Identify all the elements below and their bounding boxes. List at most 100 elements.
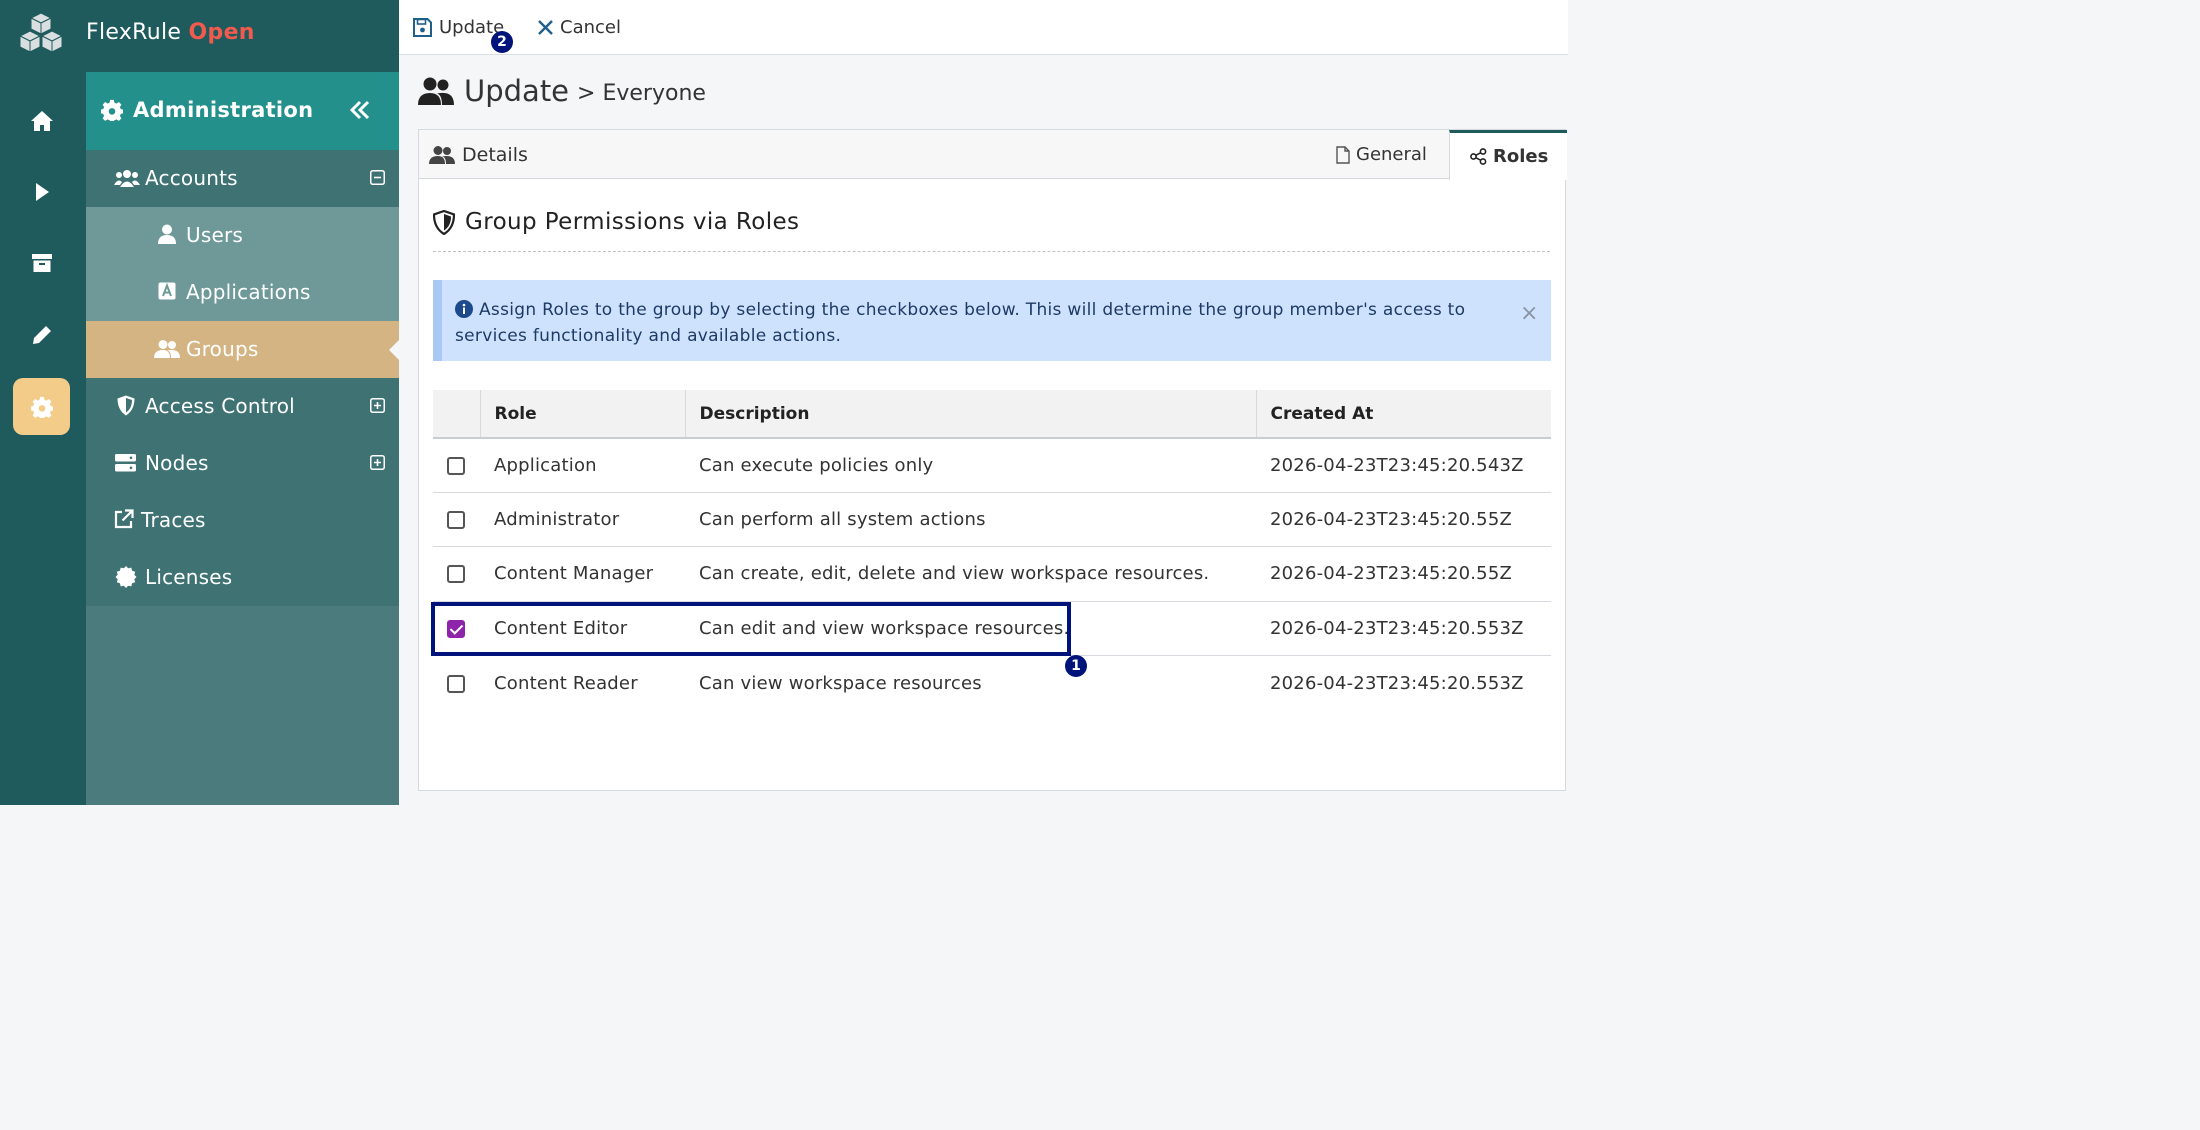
role-checkbox[interactable] xyxy=(447,456,465,475)
server-icon xyxy=(115,454,136,472)
step-badge-1: 1 xyxy=(1065,655,1087,677)
page-subtitle: > Everyone xyxy=(577,80,706,106)
role-created-at: 2026-04-23T23:45:20.55Z xyxy=(1256,546,1551,602)
table-row[interactable]: Content Reader Can view workspace resour… xyxy=(433,656,1551,710)
rail-archive-button[interactable] xyxy=(13,234,70,291)
brand-accent-text: Open xyxy=(188,20,255,45)
active-indicator xyxy=(389,340,399,360)
column-header-created-at[interactable]: Created At xyxy=(1256,390,1551,439)
cancel-button-label: Cancel xyxy=(560,16,621,38)
sidebar-header: Administration xyxy=(86,72,399,150)
file-icon xyxy=(1336,145,1350,164)
role-description: Can execute policies only xyxy=(685,438,1256,493)
card-header: Details General Roles xyxy=(419,130,1567,180)
alert-text: Assign Roles to the group by selecting t… xyxy=(455,300,1466,346)
sidebar-item-label: Licenses xyxy=(145,565,233,589)
tab-general[interactable]: General xyxy=(1336,130,1427,179)
group-icon xyxy=(429,146,455,164)
collapse-section-icon[interactable] xyxy=(370,170,385,185)
card-header-label: Details xyxy=(462,144,528,166)
role-name: Administrator xyxy=(480,492,685,548)
pencil-icon xyxy=(32,325,51,344)
page-heading: Update > Everyone xyxy=(418,74,706,108)
toolbar: Update 2 Cancel xyxy=(399,0,1568,55)
certificate-icon xyxy=(115,566,137,588)
role-name: Application xyxy=(480,438,685,493)
user-icon xyxy=(158,224,176,244)
collapse-sidebar-icon[interactable] xyxy=(348,98,372,122)
role-created-at: 2026-04-23T23:45:20.553Z xyxy=(1256,601,1551,657)
close-icon xyxy=(538,19,553,35)
alert-close-button[interactable]: × xyxy=(1520,301,1538,326)
gear-icon xyxy=(101,99,123,121)
rail-run-button[interactable] xyxy=(13,163,70,220)
alert-message: Assign Roles to the group by selecting t… xyxy=(455,297,1495,349)
table-row[interactable]: Administrator Can perform all system act… xyxy=(433,492,1551,548)
table-row[interactable]: Application Can execute policies only 20… xyxy=(433,438,1551,493)
info-icon xyxy=(455,300,473,318)
section-title: Group Permissions via Roles xyxy=(433,209,799,235)
table-header-row: Role Description Created At xyxy=(433,390,1551,439)
tab-roles-label: Roles xyxy=(1493,146,1549,167)
home-icon xyxy=(30,110,53,131)
rail-admin-button[interactable] xyxy=(13,378,70,435)
role-checkbox[interactable] xyxy=(447,565,465,584)
highlight-box xyxy=(431,602,1071,656)
step-badge-2: 2 xyxy=(491,31,513,53)
icon-rail xyxy=(0,0,86,805)
sidebar-item-accounts[interactable]: Accounts xyxy=(86,150,399,207)
group-icon xyxy=(154,340,180,358)
save-icon xyxy=(413,17,432,37)
info-alert: Assign Roles to the group by selecting t… xyxy=(433,280,1551,361)
role-created-at: 2026-04-23T23:45:20.543Z xyxy=(1256,438,1551,493)
sidebar-item-label: Users xyxy=(186,223,244,247)
page-title: Update xyxy=(464,74,570,108)
sidebar-title: Administration xyxy=(133,98,314,122)
brand-bar: FlexRule Open xyxy=(0,0,399,72)
expand-section-icon[interactable] xyxy=(370,455,385,470)
column-header-role[interactable]: Role xyxy=(480,390,686,439)
sidebar-item-licenses[interactable]: Licenses xyxy=(86,549,399,606)
expand-section-icon[interactable] xyxy=(370,398,385,413)
role-created-at: 2026-04-23T23:45:20.55Z xyxy=(1256,492,1551,548)
sidebar-item-nodes[interactable]: Nodes xyxy=(86,435,399,492)
group-icon xyxy=(418,77,454,105)
external-link-icon xyxy=(114,509,134,529)
role-checkbox[interactable] xyxy=(447,674,465,693)
share-nodes-icon xyxy=(1470,148,1487,165)
role-checkbox[interactable] xyxy=(447,511,465,530)
sidebar-item-label: Applications xyxy=(186,280,311,304)
role-name: Content Manager xyxy=(480,546,685,602)
sidebar-item-groups[interactable]: Groups xyxy=(86,321,399,378)
sidebar-item-access-control[interactable]: Access Control xyxy=(86,378,399,435)
admin-sidebar: Administration Accounts Users Applicatio… xyxy=(86,72,399,805)
update-button[interactable]: Update xyxy=(413,14,504,40)
play-icon xyxy=(35,182,49,201)
details-card: Details General Roles Group Permissions … xyxy=(418,129,1567,791)
select-column-header xyxy=(433,390,481,439)
gear-icon xyxy=(30,396,53,418)
cancel-button[interactable]: Cancel xyxy=(538,14,621,40)
column-header-description[interactable]: Description xyxy=(685,390,1257,439)
sidebar-item-applications[interactable]: Applications xyxy=(86,264,399,321)
flexrule-logo xyxy=(17,11,65,61)
app-icon xyxy=(158,282,176,300)
rail-edit-button[interactable] xyxy=(13,306,70,363)
roles-table: Role Description Created At Application … xyxy=(433,390,1551,710)
sidebar-item-label: Traces xyxy=(141,508,206,532)
sidebar-item-label: Groups xyxy=(186,337,259,361)
sidebar-item-traces[interactable]: Traces xyxy=(86,492,399,549)
tab-roles[interactable]: Roles xyxy=(1449,130,1567,180)
table-row[interactable]: Content Manager Can create, edit, delete… xyxy=(433,546,1551,602)
section-divider xyxy=(433,251,1550,252)
archive-icon xyxy=(31,253,52,272)
role-description: Can view workspace resources xyxy=(699,672,982,694)
sidebar-item-label: Access Control xyxy=(145,394,295,418)
role-name: Content Reader xyxy=(494,672,638,694)
brand-name: FlexRule Open xyxy=(86,20,255,45)
section-title-text: Group Permissions via Roles xyxy=(465,209,800,235)
sidebar-item-users[interactable]: Users xyxy=(86,207,399,264)
rail-home-button[interactable] xyxy=(13,92,70,149)
sidebar-item-label: Accounts xyxy=(145,166,238,190)
shield-icon xyxy=(117,395,135,416)
